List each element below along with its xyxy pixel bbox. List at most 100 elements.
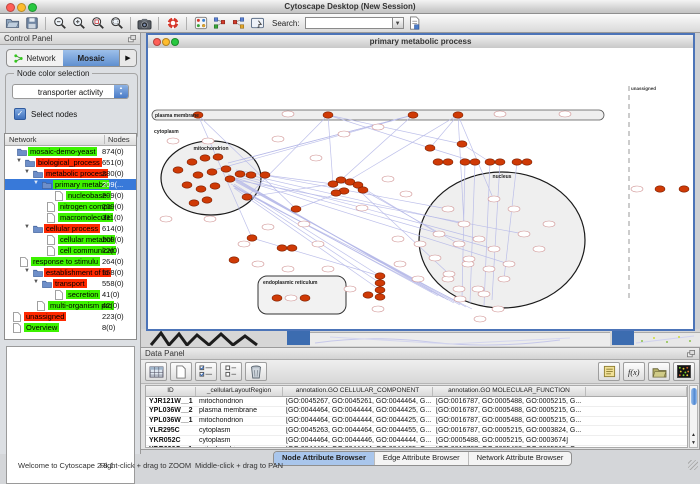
graph-node-unselected[interactable] — [543, 221, 555, 227]
tree-row-secretion[interactable]: secretion41(0) — [5, 289, 136, 300]
graph-node-unselected[interactable] — [488, 246, 500, 252]
graph-node-selected[interactable] — [260, 172, 270, 178]
zoom-fit-icon[interactable] — [108, 15, 125, 31]
color-attribute-dropdown[interactable]: transporter activity ▲▼ — [12, 84, 129, 99]
tree-row-cellular-process[interactable]: ▼cellular process614(0) — [5, 223, 136, 234]
tree-row-primary-metabo[interactable]: ▼primary metabo209(... — [5, 179, 136, 190]
resize-grip[interactable] — [688, 460, 698, 470]
graph-node-selected[interactable] — [512, 159, 522, 165]
graph-node-selected[interactable] — [200, 155, 210, 161]
table-row-YDR039C__1[interactable]: YDR039C__1mitochondrion[GO:0044464, GO:0… — [146, 446, 687, 448]
delete-attribute-icon[interactable] — [245, 362, 267, 381]
graph-node-selected[interactable] — [225, 176, 235, 182]
graph-node-unselected[interactable] — [285, 295, 297, 301]
snapshot-icon[interactable] — [136, 15, 153, 31]
graph-node-unselected[interactable] — [474, 316, 486, 322]
graph-node-selected[interactable] — [287, 245, 297, 251]
graph-node-unselected[interactable] — [394, 261, 406, 267]
graph-node-unselected[interactable] — [518, 231, 530, 237]
tab-network[interactable]: Network — [7, 50, 63, 66]
graph-node-selected[interactable] — [193, 172, 203, 178]
graph-node-unselected[interactable] — [312, 241, 324, 247]
graph-node-unselected[interactable] — [282, 266, 294, 272]
graph-node-unselected[interactable] — [204, 216, 216, 222]
graph-node-selected[interactable] — [470, 159, 480, 165]
tree-header[interactable]: Network Nodes — [5, 134, 136, 146]
graph-node-unselected[interactable] — [453, 286, 465, 292]
graph-node-unselected[interactable] — [453, 241, 465, 247]
graph-node-selected[interactable] — [213, 154, 223, 160]
table-row-YJR121W__1[interactable]: YJR121W__1mitochondrion[GO:0045267, GO:0… — [146, 397, 687, 407]
graph-node-unselected[interactable] — [429, 255, 441, 261]
create-attribute-icon[interactable] — [170, 362, 192, 381]
tree-row-transport[interactable]: ▼transport558(0) — [5, 278, 136, 289]
tree-row-multi-organism-pro[interactable]: multi-organism pro42(0) — [5, 300, 136, 311]
minimize-button[interactable] — [17, 3, 26, 12]
graph-node-unselected[interactable] — [356, 205, 368, 211]
graph-node-unselected[interactable] — [414, 241, 426, 247]
graph-node-unselected[interactable] — [492, 306, 504, 312]
graph-node-unselected[interactable] — [494, 111, 506, 117]
tree-row-biological-process[interactable]: ▼biological_process651(0) — [5, 157, 136, 168]
open-icon[interactable] — [4, 15, 21, 31]
attribute-matrix-icon[interactable] — [673, 362, 695, 381]
graph-node-unselected[interactable] — [443, 271, 455, 277]
graph-node-unselected[interactable] — [498, 276, 510, 282]
scroll-up-icon[interactable]: ▲ — [690, 431, 697, 439]
graph-node-unselected[interactable] — [473, 236, 485, 242]
graph-node-selected[interactable] — [679, 186, 689, 192]
select-attributes-icon[interactable] — [195, 362, 217, 381]
net-minimize-button[interactable] — [162, 38, 170, 46]
search-input[interactable] — [305, 17, 393, 29]
network-graph[interactable]: plasma membranecytoplasmmitochondrionnuc… — [148, 48, 693, 329]
graph-node-unselected[interactable] — [559, 111, 571, 117]
graph-node-selected[interactable] — [187, 159, 197, 165]
table-row-YPL036W__2[interactable]: YPL036W__2plasma membrane[GO:0044464, GO… — [146, 407, 687, 417]
graph-node-unselected[interactable] — [483, 266, 495, 272]
tree-row-metabolic-process[interactable]: ▼metabolic process280(0) — [5, 168, 136, 179]
expand-triangle-icon[interactable]: ▼ — [33, 180, 39, 186]
graph-node-unselected[interactable] — [322, 266, 334, 272]
graph-node-selected[interactable] — [375, 273, 385, 279]
graph-node-selected[interactable] — [425, 145, 435, 151]
graph-node-selected[interactable] — [375, 287, 385, 293]
formula-builder-icon[interactable]: f(x) — [623, 362, 645, 381]
scroll-down-icon[interactable]: ▼ — [690, 439, 697, 447]
help-icon[interactable] — [164, 15, 181, 31]
graph-node-unselected[interactable] — [298, 221, 310, 227]
scrollbar-thumb[interactable] — [691, 388, 697, 405]
attribute-table-header[interactable]: ID_cellularLayoutRegionannotation.GO CEL… — [146, 386, 687, 397]
zoom-button[interactable] — [28, 3, 37, 12]
column-header-_cellularLayoutRegion[interactable]: _cellularLayoutRegion — [196, 387, 283, 396]
graph-node-unselected[interactable] — [412, 276, 424, 282]
unselect-attributes-icon[interactable] — [220, 362, 242, 381]
tab-mosaic[interactable]: Mosaic — [63, 50, 119, 66]
graph-node-unselected[interactable] — [454, 296, 466, 302]
tree-row-cellular-metabol[interactable]: cellular metabol209(0) — [5, 234, 136, 245]
graph-node-selected[interactable] — [375, 280, 385, 286]
graph-node-selected[interactable] — [457, 141, 467, 147]
graph-node-selected[interactable] — [229, 257, 239, 263]
graph-node-unselected[interactable] — [272, 136, 284, 142]
graph-node-selected[interactable] — [202, 197, 212, 203]
table-row-YKR052C[interactable]: YKR052Ccytoplasm[GO:0044464, GO:0044446,… — [146, 436, 687, 446]
graph-node-unselected[interactable] — [372, 306, 384, 312]
graph-node-selected[interactable] — [522, 159, 532, 165]
graph-node-unselected[interactable] — [533, 246, 545, 252]
graph-node-unselected[interactable] — [238, 241, 250, 247]
attribute-browser-icon[interactable] — [406, 15, 423, 31]
graph-node-unselected[interactable] — [282, 111, 294, 117]
select-nodes-checkbox[interactable]: ✓ — [14, 108, 26, 120]
graph-node-selected[interactable] — [443, 159, 453, 165]
zoom-selected-icon[interactable] — [89, 15, 106, 31]
table-row-YPL036W__1[interactable]: YPL036W__1mitochondrion[GO:0044464, GO:0… — [146, 417, 687, 427]
graph-node-selected[interactable] — [189, 200, 199, 206]
graph-node-unselected[interactable] — [508, 206, 520, 212]
layout-tool-icon[interactable] — [249, 15, 266, 31]
graph-node-selected[interactable] — [235, 171, 245, 177]
expand-triangle-icon[interactable]: ▼ — [24, 268, 30, 274]
graph-node-selected[interactable] — [460, 159, 470, 165]
graph-node-unselected[interactable] — [631, 186, 643, 192]
graph-node-selected[interactable] — [358, 187, 368, 193]
expand-triangle-icon[interactable]: ▼ — [33, 279, 39, 285]
